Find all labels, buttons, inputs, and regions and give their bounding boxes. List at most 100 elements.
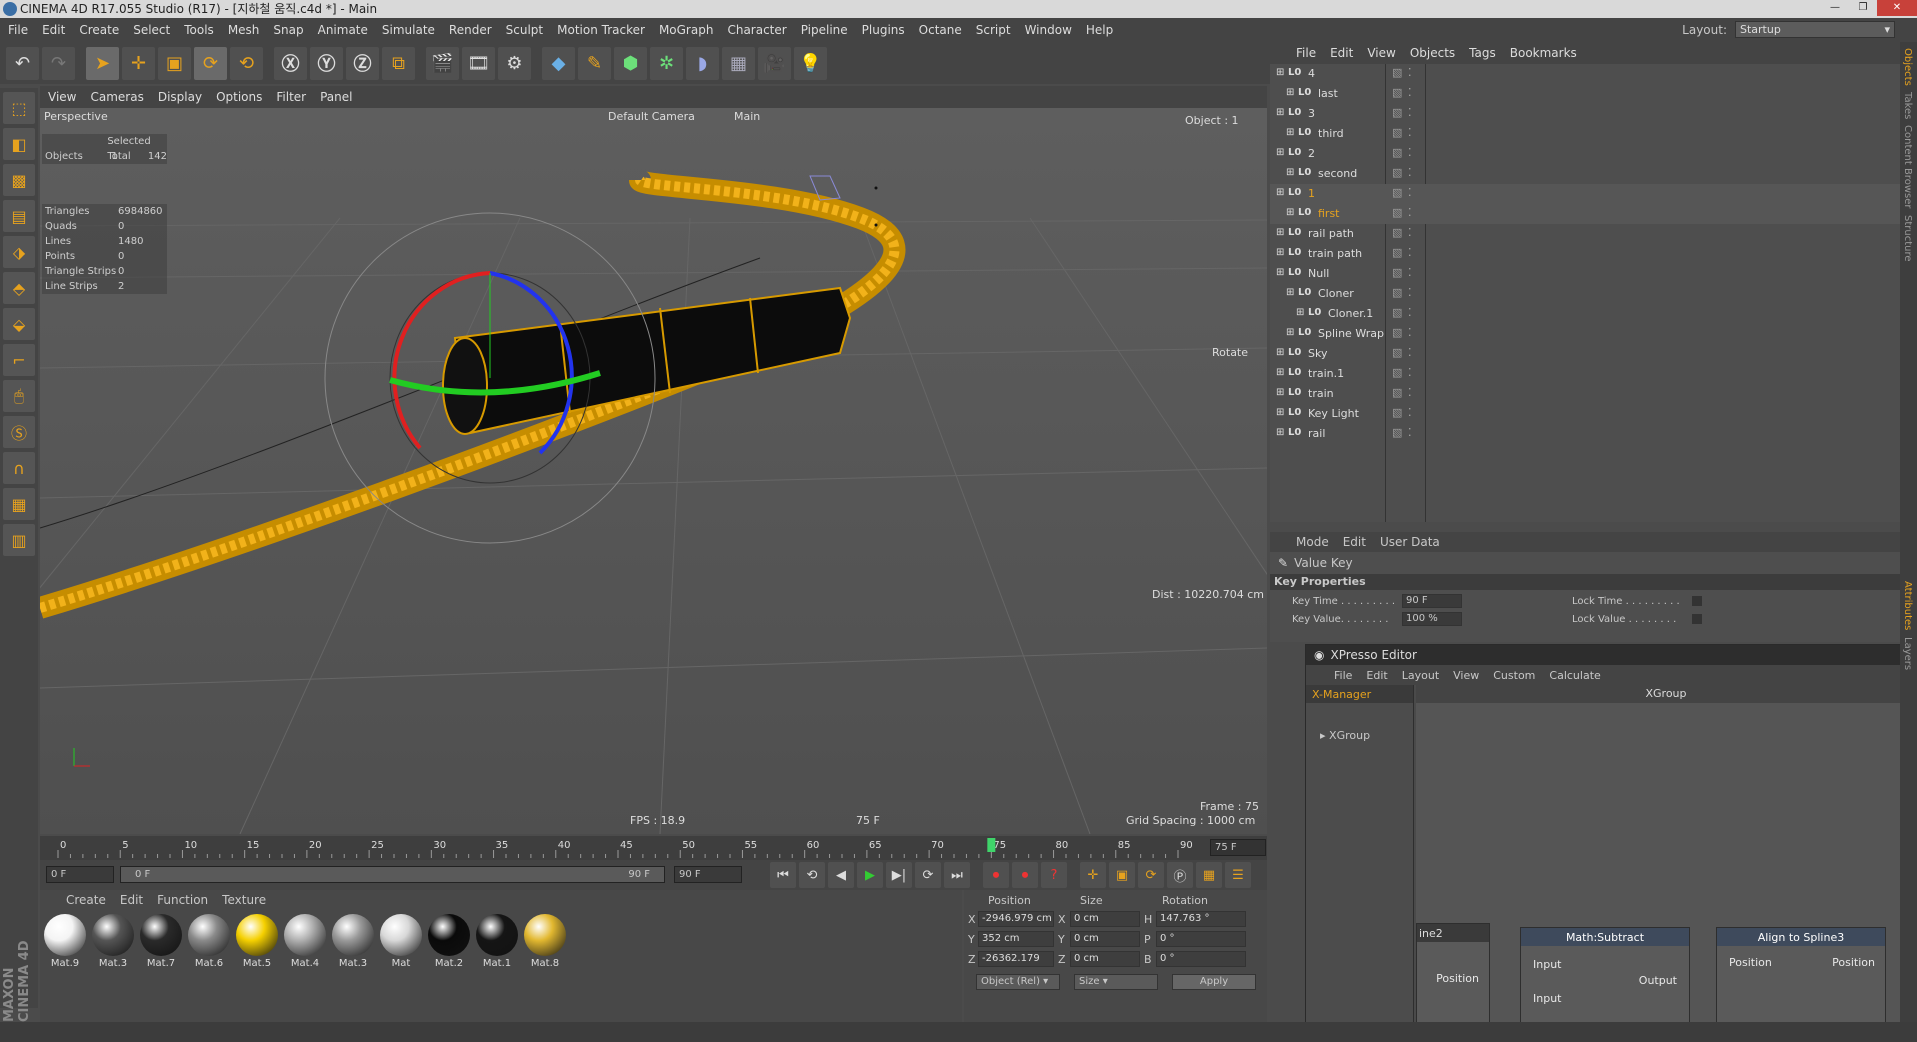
material-swatch[interactable]: Mat.8 [522,912,568,974]
viewport-menu-view[interactable]: View [48,90,76,104]
menu-file[interactable]: File [8,23,28,37]
object-row[interactable]: ⊞ L0 Sky ▧ ⁚ [1270,344,1900,364]
texture-mode-button[interactable]: ▩ [3,164,35,196]
align-position-out-port[interactable]: Position [1832,956,1875,969]
object-row[interactable]: ⊞ L0 Spline Wrap ▧ ⁚ [1270,324,1900,344]
object-row[interactable]: ⊞ L0 third ▧ ⁚ [1270,124,1900,144]
deformer-button[interactable]: ◗ [686,46,719,80]
visibility-dots-icon[interactable]: ⁚ [1408,366,1412,379]
object-row[interactable]: ⊞ L0 last ▧ ⁚ [1270,84,1900,104]
render-settings-button[interactable]: ⚙ [498,46,531,80]
object-row[interactable]: ⊞ L0 rail ▧ ⁚ [1270,424,1900,444]
menu-mesh[interactable]: Mesh [228,23,260,37]
viewport-menu-cameras[interactable]: Cameras [90,90,143,104]
align-position-in-port[interactable]: Position [1729,956,1772,969]
menu-window[interactable]: Window [1025,23,1072,37]
visibility-dots-icon[interactable]: ⁚ [1408,426,1412,439]
subdivision-button[interactable]: ⬢ [614,46,647,80]
cloner-button[interactable]: ✲ [650,46,683,80]
menu-select[interactable]: Select [133,23,170,37]
render-view-button[interactable]: 🎬 [426,46,459,80]
lock-value-checkbox[interactable] [1692,614,1702,624]
perspective-viewport[interactable]: Perspective Default Camera Main Object :… [40,108,1267,834]
apply-button[interactable]: Apply [1172,974,1256,990]
undo-button[interactable]: ↶ [6,46,39,80]
object-menu-objects[interactable]: Objects [1410,46,1455,60]
layer-icon[interactable]: ▧ [1392,266,1402,279]
lock-workplane-button[interactable]: ▦ [3,488,35,520]
menu-render[interactable]: Render [449,23,492,37]
layer-icon[interactable]: ▧ [1392,66,1402,79]
material-menu-function[interactable]: Function [157,893,208,907]
autokey-button[interactable]: ⏺ [1012,862,1038,888]
xpresso-menu-custom[interactable]: Custom [1493,669,1535,682]
visibility-dots-icon[interactable]: ⁚ [1408,206,1412,219]
size-field[interactable]: 0 cm [1070,931,1140,947]
points-mode-button[interactable]: ⬗ [3,236,35,268]
floor-button[interactable]: ▦ [722,46,755,80]
viewport-menu-display[interactable]: Display [158,90,202,104]
expand-icon[interactable]: ⊞ [1276,347,1284,358]
move-tool-button[interactable]: ✛ [122,46,155,80]
layer-icon[interactable]: ▧ [1392,226,1402,239]
position-field[interactable]: -2946.979 cm [978,911,1054,927]
object-row[interactable]: ⊞ L0 2 ▧ ⁚ [1270,144,1900,164]
object-row[interactable]: ⊞ L0 Cloner ▧ ⁚ [1270,284,1900,304]
expand-icon[interactable]: ⊞ [1296,307,1304,318]
xpresso-menu-calculate[interactable]: Calculate [1549,669,1600,682]
dock-tab-objects[interactable]: Objects [1902,48,1913,86]
material-menu-create[interactable]: Create [66,893,106,907]
render-to-picture-viewer-button[interactable]: 🎞 [462,46,495,80]
object-row[interactable]: ⊞ L0 train.1 ▧ ⁚ [1270,364,1900,384]
xpresso-menu-layout[interactable]: Layout [1402,669,1439,682]
menu-tools[interactable]: Tools [184,23,214,37]
visibility-dots-icon[interactable]: ⁚ [1408,406,1412,419]
menu-octane[interactable]: Octane [919,23,962,37]
key-time-field[interactable]: 90 F [1402,594,1462,608]
maximize-icon[interactable]: ❐ [1849,0,1877,16]
dock-tab-content-browser[interactable]: Content Browser [1902,125,1913,208]
layer-icon[interactable]: ▧ [1392,86,1402,99]
visibility-dots-icon[interactable]: ⁚ [1408,86,1412,99]
range-slider[interactable]: 0 F 90 F [120,866,665,883]
key-parameter-button[interactable]: Ⓟ [1167,862,1193,888]
object-row[interactable]: ⊞ L0 first ▧ ⁚ [1270,204,1900,224]
next-frame-button[interactable]: ▶| [886,862,912,888]
material-swatch[interactable]: Mat.4 [282,912,328,974]
object-menu-edit[interactable]: Edit [1330,46,1353,60]
visibility-dots-icon[interactable]: ⁚ [1408,246,1412,259]
make-editable-button[interactable]: ⬚ [3,92,35,124]
layer-icon[interactable]: ▧ [1392,126,1402,139]
object-row[interactable]: ⊞ L0 1 ▧ ⁚ [1270,184,1900,204]
key-rotation-button[interactable]: ⟳ [1138,862,1164,888]
expand-icon[interactable]: ⊞ [1276,107,1284,118]
rotation-field[interactable]: 0 ° [1156,951,1246,967]
attr-menu-user-data[interactable]: User Data [1380,535,1440,549]
object-row[interactable]: ⊞ L0 3 ▧ ⁚ [1270,104,1900,124]
layer-icon[interactable]: ▧ [1392,386,1402,399]
cube-primitive-button[interactable]: ◆ [542,46,575,80]
expand-icon[interactable]: ⊞ [1276,407,1284,418]
x-axis-lock-button[interactable]: Ⓧ [274,46,307,80]
redo-button[interactable]: ↷ [42,46,75,80]
viewport-menu-panel[interactable]: Panel [320,90,352,104]
y-axis-lock-button[interactable]: Ⓨ [310,46,343,80]
menu-pipeline[interactable]: Pipeline [801,23,848,37]
expand-icon[interactable]: ⊞ [1286,127,1294,138]
xgroup-tree-item[interactable]: ▸ XGroup [1306,729,1413,742]
axis-mode-button[interactable]: ⌐ [3,344,35,376]
visibility-dots-icon[interactable]: ⁚ [1408,166,1412,179]
size-field[interactable]: 0 cm [1070,951,1140,967]
xpresso-canvas[interactable]: XGroup ine2 Position Math:Subtract Input… [1416,685,1916,1041]
key-position-button[interactable]: ✛ [1080,862,1106,888]
expand-icon[interactable]: ⊞ [1286,167,1294,178]
object-row[interactable]: ⊞ L0 rail path ▧ ⁚ [1270,224,1900,244]
menu-sculpt[interactable]: Sculpt [506,23,543,37]
layer-icon[interactable]: ▧ [1392,306,1402,319]
menu-create[interactable]: Create [79,23,119,37]
planar-workplane-button[interactable]: ▥ [3,524,35,556]
main-view-label[interactable]: Main [734,110,760,123]
key-value-field[interactable]: 100 % [1402,612,1462,626]
dock-tab-takes[interactable]: Takes [1902,92,1913,119]
material-swatch[interactable]: Mat.3 [330,912,376,974]
